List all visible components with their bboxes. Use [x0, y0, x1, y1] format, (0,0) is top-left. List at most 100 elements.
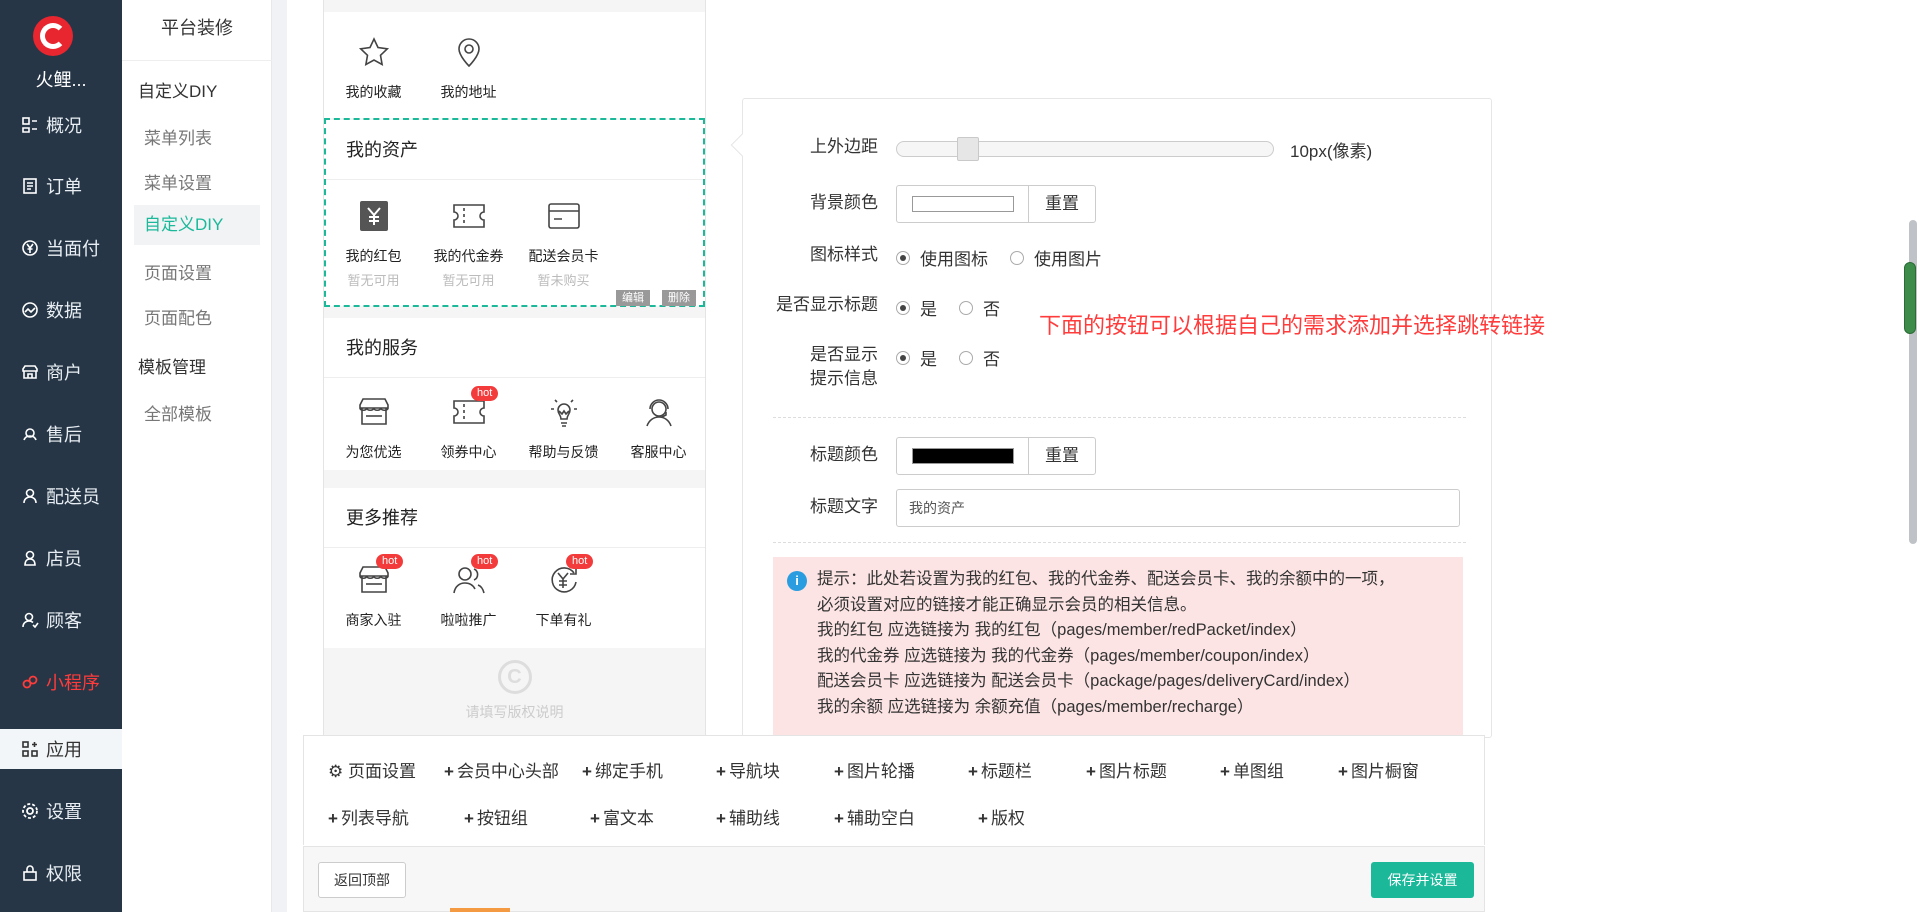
nav-item-permission[interactable]: 权限	[0, 853, 122, 893]
brand-logo-icon[interactable]	[33, 16, 73, 56]
component-copyright[interactable]: + 版权	[978, 804, 1025, 829]
component-list-nav[interactable]: + 列表导航	[328, 804, 409, 829]
delete-module-button[interactable]: 删除	[662, 290, 696, 306]
component-carousel[interactable]: + 图片轮播	[834, 757, 915, 782]
title-text-input[interactable]	[896, 489, 1460, 527]
show-tip-label-line1: 是否显示	[810, 345, 878, 364]
clerk-icon	[20, 548, 40, 568]
radio-show-tip-yes[interactable]: 是	[896, 345, 937, 370]
nav-item-apps[interactable]: 应用	[0, 729, 122, 769]
radio-show-title-no[interactable]: 否	[959, 295, 1000, 320]
nav-item-orders[interactable]: 订单	[0, 166, 122, 206]
courier-icon	[20, 486, 40, 506]
services-card[interactable]: 我的服务 为您优选 hot 领券中心 帮助与反馈 客服中心	[324, 318, 705, 470]
nav-item-settings[interactable]: 设置	[0, 791, 122, 831]
submenu-item-menu-list[interactable]: 菜单列表	[144, 124, 212, 149]
radio-show-tip-no[interactable]: 否	[959, 345, 1000, 370]
grid-item-merchant-join[interactable]: hot 商家入驻	[326, 554, 421, 630]
component-bind-phone[interactable]: + 绑定手机	[582, 757, 663, 782]
slider-handle[interactable]	[957, 137, 980, 161]
component-image-showcase[interactable]: + 图片橱窗	[1338, 757, 1419, 782]
back-to-top-button[interactable]: 返回顶部	[318, 862, 406, 898]
nav-item-customer[interactable]: 顾客	[0, 600, 122, 640]
copyright-block[interactable]: C 请填写版权说明	[324, 660, 705, 722]
radio-use-image[interactable]: 使用图片	[1010, 245, 1102, 270]
grid-item-coupon-center[interactable]: hot 领券中心	[421, 386, 516, 462]
save-button[interactable]: 保存并设置	[1371, 862, 1474, 898]
margin-slider[interactable]	[896, 137, 1274, 161]
plus-icon: +	[464, 809, 474, 828]
component-nav-block[interactable]: + 导航块	[716, 757, 780, 782]
submenu-group-diy: 自定义DIY	[138, 82, 218, 101]
component-button-group[interactable]: + 按钮组	[464, 804, 528, 829]
tip-line: 我的红包 应选链接为 我的红包（pages/member/redPacket/i…	[817, 621, 1307, 639]
radio-use-icon[interactable]: 使用图标	[896, 245, 988, 270]
favorites-card[interactable]: 我的收藏 我的地址	[324, 12, 705, 118]
nav-item-label: 权限	[46, 864, 82, 884]
title-color-reset-button[interactable]: 重置	[1028, 437, 1096, 475]
submenu-item-all-templates[interactable]: 全部模板	[144, 400, 212, 425]
headset-icon	[20, 424, 40, 444]
more-card[interactable]: 更多推荐 hot 商家入驻 hot 啦啦推广 hot 下单有礼	[324, 488, 705, 648]
grid-item-promote[interactable]: hot 啦啦推广	[421, 554, 516, 630]
lock-icon	[20, 863, 40, 883]
component-member-header[interactable]: + 会员中心头部	[444, 757, 559, 782]
plus-icon: +	[978, 809, 988, 828]
grid-item-favorites[interactable]: 我的收藏	[326, 32, 421, 102]
gear-icon: ⚙	[328, 762, 344, 781]
component-label: 图片标题	[1098, 762, 1167, 781]
margin-label: 上外边距	[810, 137, 878, 156]
radio-show-title-yes[interactable]: 是	[896, 295, 937, 320]
tip-line: 提示：此处若设置为我的红包、我的代金券、配送会员卡、我的余额中的一项，	[817, 570, 1395, 588]
submenu-item-custom-diy[interactable]: 自定义DIY	[134, 205, 260, 245]
nav-item-miniapp[interactable]: 小程序	[0, 662, 122, 702]
submenu-item-menu-settings[interactable]: 菜单设置	[144, 169, 212, 194]
grid-item-customer-service[interactable]: 客服中心	[611, 392, 705, 462]
submenu-item-page-colors[interactable]: 页面配色	[144, 304, 212, 329]
grid-item-address[interactable]: 我的地址	[421, 32, 516, 102]
submenu-item-page-settings[interactable]: 页面设置	[144, 259, 212, 284]
component-label: 图片轮播	[846, 762, 915, 781]
component-helper-space[interactable]: + 辅助空白	[834, 804, 915, 829]
component-label: 图片橱窗	[1350, 762, 1419, 781]
floating-widget[interactable]	[1904, 262, 1916, 334]
component-label: 标题栏	[980, 762, 1032, 781]
radio-label: 是	[920, 300, 937, 319]
color-swatch	[911, 448, 1014, 464]
grid-item-recommend[interactable]: 为您优选	[326, 392, 421, 462]
show-tip-label-line2: 提示信息	[810, 369, 878, 388]
divider	[773, 542, 1466, 543]
nav-item-data[interactable]: 数据	[0, 290, 122, 330]
nav-item-label: 商户	[46, 363, 82, 383]
nav-item-overview[interactable]: 概况	[0, 105, 122, 145]
nav-item-label: 配送员	[46, 487, 100, 507]
nav-item-aftersale[interactable]: 售后	[0, 414, 122, 454]
component-page-settings[interactable]: ⚙ 页面设置	[328, 757, 416, 782]
component-single-image-group[interactable]: + 单图组	[1220, 757, 1284, 782]
brand-name: 火鲤...	[35, 70, 87, 90]
bg-color-picker[interactable]	[896, 185, 1029, 223]
title-color-picker[interactable]	[896, 437, 1029, 475]
component-label: 绑定手机	[594, 762, 663, 781]
plus-icon: +	[968, 762, 978, 781]
nav-item-merchant[interactable]: 商户	[0, 352, 122, 392]
grid-item-help[interactable]: 帮助与反馈	[516, 392, 611, 462]
miniapp-icon	[20, 672, 40, 692]
nav-item-facepay[interactable]: 当面付	[0, 228, 122, 268]
nav-item-clerk[interactable]: 店员	[0, 538, 122, 578]
component-title-bar[interactable]: + 标题栏	[968, 757, 1032, 782]
bg-color-reset-button[interactable]: 重置	[1028, 185, 1096, 223]
nav-item-label: 顾客	[46, 611, 82, 631]
plus-icon: +	[328, 809, 338, 828]
star-icon	[354, 32, 394, 72]
nav-item-courier[interactable]: 配送员	[0, 476, 122, 516]
edit-module-button[interactable]: 编辑	[616, 290, 650, 306]
radio-label: 否	[983, 300, 1000, 319]
grid-item-order-gift[interactable]: hot 下单有礼	[516, 554, 611, 630]
component-image-title[interactable]: + 图片标题	[1086, 757, 1167, 782]
component-rich-text[interactable]: + 富文本	[590, 804, 654, 829]
tip-line: 配送会员卡 应选链接为 配送会员卡（package/pages/delivery…	[817, 672, 1360, 690]
component-helper-line[interactable]: + 辅助线	[716, 804, 780, 829]
plus-icon: +	[590, 809, 600, 828]
nav-item-label: 订单	[46, 177, 82, 197]
